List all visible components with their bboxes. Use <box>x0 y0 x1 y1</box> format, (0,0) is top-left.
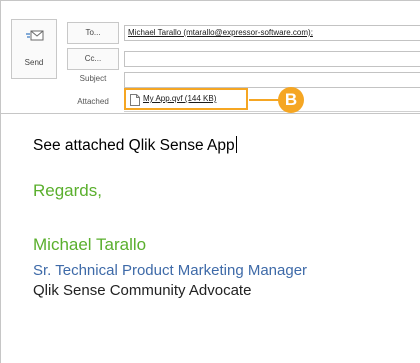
header-divider <box>1 113 420 114</box>
cc-field[interactable] <box>124 51 420 67</box>
callout-connector <box>249 99 279 101</box>
send-envelope-icon <box>26 30 44 41</box>
subject-field[interactable] <box>124 72 420 88</box>
body-text: See attached Qlik Sense App <box>33 137 235 154</box>
document-icon <box>130 94 140 106</box>
message-header: Send To... Michael Tarallo (mtarallo@exp… <box>1 1 420 113</box>
cc-button[interactable]: Cc... <box>67 48 119 70</box>
signature-role: Qlik Sense Community Advocate <box>33 282 252 299</box>
subject-label: Subject <box>79 74 107 83</box>
email-compose-window: Send To... Michael Tarallo (mtarallo@exp… <box>0 0 420 363</box>
signature-name: Michael Tarallo <box>33 235 147 254</box>
text-caret <box>235 136 237 153</box>
to-button[interactable]: To... <box>67 22 119 44</box>
signature-title: Sr. Technical Product Marketing Manager <box>33 262 308 279</box>
attachment-item[interactable]: My App.qvf (144 KB) <box>124 88 248 110</box>
send-button-label: Send <box>24 58 44 67</box>
attached-label: Attached <box>77 97 109 106</box>
regards-text: Regards, <box>33 181 102 200</box>
attachment-file-name[interactable]: My App.qvf (144 KB) <box>143 94 216 103</box>
body-text-line[interactable]: See attached Qlik Sense App <box>33 136 237 155</box>
callout-badge-b: B <box>278 87 304 113</box>
to-field[interactable]: Michael Tarallo (mtarallo@expressor-soft… <box>124 25 420 41</box>
send-button[interactable]: Send <box>11 19 57 79</box>
